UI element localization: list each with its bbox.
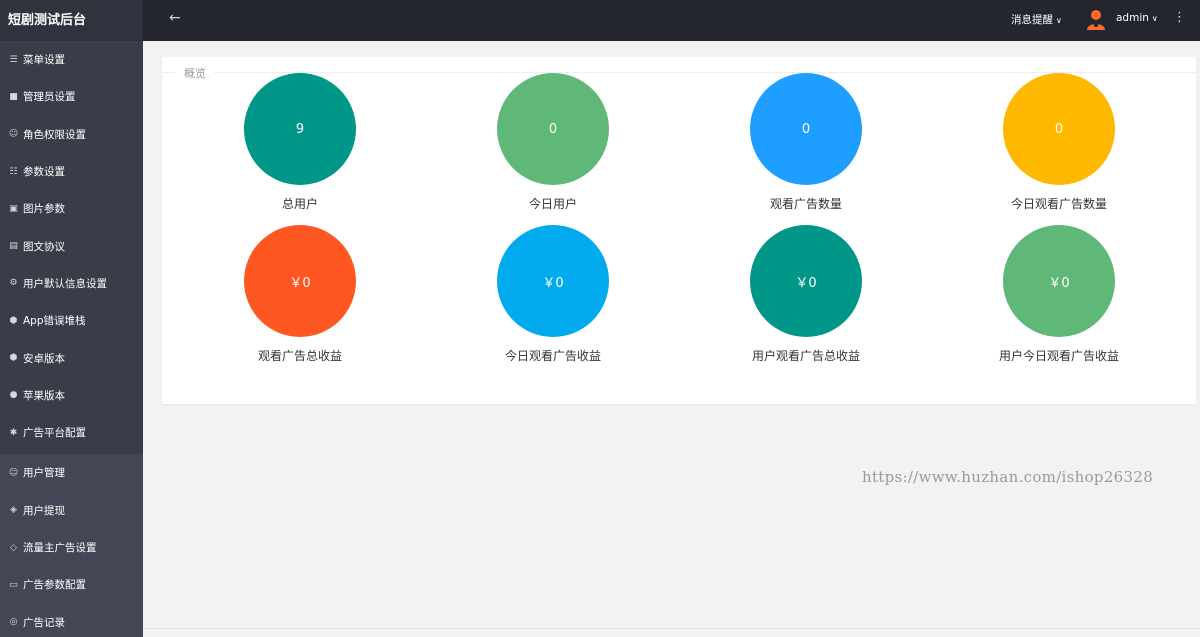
sidebar-item-0[interactable]: ☰ 菜单设置 xyxy=(0,41,143,78)
stat-value: 0 xyxy=(497,73,609,185)
sidebar-item-10[interactable]: ✱ 广告平台配置 xyxy=(0,414,143,451)
sidebar-item-label: 安卓版本 xyxy=(23,352,65,365)
sidebar-item-0[interactable]: ☺ 用户管理 xyxy=(0,454,143,491)
sidebar-item-2[interactable]: ◇ 流量主广告设置 xyxy=(0,529,143,566)
card-icon: ▭ xyxy=(9,579,18,590)
sidebar-item-label: 流量主广告设置 xyxy=(23,542,97,554)
stat-card: ￥0 用户今日观看广告收益 xyxy=(969,225,1149,364)
windows-icon: ■ xyxy=(9,91,18,102)
sidebar-menu-secondary: ☺ 用户管理 ◈ 用户提现 ◇ 流量主广告设置 ▭ 广告参数配置 ◎ 广告记录 xyxy=(0,454,143,637)
username: admin xyxy=(1116,12,1149,24)
android-icon: ⬢ xyxy=(9,315,18,326)
image-icon: ▣ xyxy=(9,203,18,214)
stat-card: 0 观看广告数量 xyxy=(716,73,896,212)
sidebar-item-1[interactable]: ◈ 用户提现 xyxy=(0,492,143,529)
watermark: https://www.huzhan.com/ishop26328 xyxy=(862,468,1154,486)
user-dropdown[interactable]: admin ∨ xyxy=(1116,12,1158,24)
stat-card: 9 总用户 xyxy=(210,73,390,212)
brand-title: 短剧测试后台 xyxy=(0,0,143,41)
sidebar-item-label: 图片参数 xyxy=(23,203,65,216)
sidebar-item-7[interactable]: ⬢ App错误堆栈 xyxy=(0,302,143,339)
document-icon: ▤ xyxy=(9,241,18,252)
record-icon: ◎ xyxy=(9,617,18,628)
user-outline-icon: ☺ xyxy=(8,467,19,478)
sidebar-item-label: 菜单设置 xyxy=(23,54,65,67)
sidebar: 短剧测试后台 ☰ 菜单设置 ■ 管理员设置 ☺ 角色权限设置 ☷ 参数设置 ▣ 图片参数 ▤ 图文协议… xyxy=(0,0,143,637)
footer-divider xyxy=(143,628,1200,629)
sidebar-item-2[interactable]: ☺ 角色权限设置 xyxy=(0,116,143,153)
stat-value: ￥0 xyxy=(497,225,609,337)
stat-label: 今日观看广告收益 xyxy=(504,349,601,363)
sidebar-item-9[interactable]: ● 苹果版本 xyxy=(0,377,143,414)
notice-dropdown[interactable]: 消息提醒 ∨ xyxy=(1011,12,1062,27)
sidebar-item-label: 角色权限设置 xyxy=(23,128,86,141)
stat-value: 9 xyxy=(244,73,356,185)
stat-card: 0 今日观看广告数量 xyxy=(969,73,1149,212)
grid-icon: ☷ xyxy=(9,166,18,177)
sidebar-item-8[interactable]: ⬢ 安卓版本 xyxy=(0,339,143,376)
sidebar-item-label: 苹果版本 xyxy=(23,389,65,402)
sidebar-item-4[interactable]: ▣ 图片参数 xyxy=(0,190,143,227)
sidebar-item-label: 用户管理 xyxy=(23,467,65,480)
stat-label: 观看广告数量 xyxy=(769,197,842,211)
chevron-down-icon: ∨ xyxy=(1056,16,1062,25)
stat-card: ￥0 今日观看广告收益 xyxy=(463,225,643,364)
diamond-icon: ◇ xyxy=(10,542,17,553)
stat-value: ￥0 xyxy=(750,225,862,337)
stat-value: ￥0 xyxy=(1003,225,1115,337)
main-content: 概览 9 总用户 0 今日用户 0 观看广告数量 0 今日观看广告数量 ￥0 观看广告总收益 ￥0 今… xyxy=(143,41,1200,637)
user-outline-icon: ☺ xyxy=(8,129,19,140)
sidebar-menu-primary: ☰ 菜单设置 ■ 管理员设置 ☺ 角色权限设置 ☷ 参数设置 ▣ 图片参数 ▤ 图文协议 ⚙ 用户默认信息… xyxy=(0,41,143,451)
stat-card: ￥0 用户观看广告总收益 xyxy=(716,225,896,364)
sidebar-item-label: 广告平台配置 xyxy=(23,427,86,440)
stat-card: 0 今日用户 xyxy=(463,73,643,212)
top-header: ← 消息提醒 ∨ admin ∨ ⋮ xyxy=(143,0,1200,41)
shield-icon: ◈ xyxy=(10,505,17,516)
apple-icon: ● xyxy=(9,390,18,401)
avatar[interactable] xyxy=(1086,9,1106,31)
sidebar-item-1[interactable]: ■ 管理员设置 xyxy=(0,78,143,115)
stat-label: 用户观看广告总收益 xyxy=(751,349,860,363)
sidebar-item-6[interactable]: ⚙ 用户默认信息设置 xyxy=(0,265,143,302)
stat-value: 0 xyxy=(1003,73,1115,185)
stat-value: ￥0 xyxy=(244,225,356,337)
overview-card: 概览 9 总用户 0 今日用户 0 观看广告数量 0 今日观看广告数量 ￥0 观看广告总收益 ￥0 今… xyxy=(162,57,1196,404)
sidebar-item-label: 广告参数配置 xyxy=(23,579,86,592)
back-arrow-icon[interactable]: ← xyxy=(169,10,181,26)
sidebar-item-label: 图文协议 xyxy=(23,240,65,253)
stat-card: ￥0 观看广告总收益 xyxy=(210,225,390,364)
more-vertical-icon[interactable]: ⋮ xyxy=(1173,10,1186,25)
gear-icon: ✱ xyxy=(9,427,18,438)
chevron-down-icon: ∨ xyxy=(1151,14,1158,23)
sidebar-item-5[interactable]: ▤ 图文协议 xyxy=(0,227,143,264)
notice-label: 消息提醒 xyxy=(1011,14,1053,26)
sidebar-item-label: App错误堆栈 xyxy=(23,315,86,328)
sidebar-item-label: 广告记录 xyxy=(23,616,65,629)
stat-label: 今日用户 xyxy=(528,197,577,211)
settings-gear-icon: ⚙ xyxy=(9,278,18,289)
sidebar-item-3[interactable]: ▭ 广告参数配置 xyxy=(0,566,143,603)
list-icon: ☰ xyxy=(9,54,18,65)
sidebar-item-3[interactable]: ☷ 参数设置 xyxy=(0,153,143,190)
sidebar-item-label: 用户默认信息设置 xyxy=(23,277,107,290)
android-icon: ⬢ xyxy=(9,353,18,364)
stat-value: 0 xyxy=(750,73,862,185)
sidebar-item-label: 用户提现 xyxy=(23,504,65,517)
overview-legend: 概览 xyxy=(176,65,214,81)
sidebar-item-4[interactable]: ◎ 广告记录 xyxy=(0,603,143,637)
sidebar-item-label: 参数设置 xyxy=(23,166,65,179)
sidebar-item-label: 管理员设置 xyxy=(23,91,76,104)
stat-label: 今日观看广告数量 xyxy=(1010,197,1107,211)
stat-label: 观看广告总收益 xyxy=(257,349,342,363)
stat-label: 总用户 xyxy=(281,197,318,211)
stat-label: 用户今日观看广告收益 xyxy=(998,349,1119,363)
